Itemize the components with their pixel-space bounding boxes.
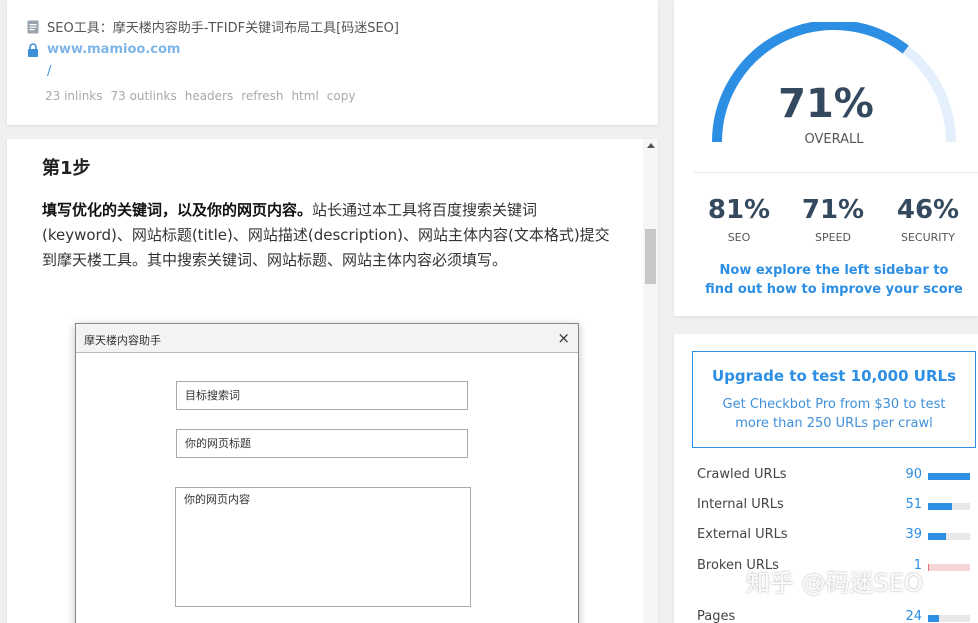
page-links-row: 23 inlinks 73 outlinks headers refresh h…: [45, 89, 363, 103]
page-title-row: SEO工具：摩天楼内容助手-TFIDF关键词布局工具[码迷SEO]: [27, 17, 399, 36]
stat-bar-fill: [928, 564, 929, 571]
stat-value: 90: [905, 467, 922, 482]
speed-score-label: SPEED: [815, 231, 851, 244]
divider: [694, 172, 978, 173]
seo-score: 81% SEO: [689, 195, 789, 244]
upgrade-title: Upgrade to test 10,000 URLs: [712, 367, 956, 385]
document-icon: [27, 20, 39, 33]
upgrade-banner[interactable]: Upgrade to test 10,000 URLs Get Checkbot…: [692, 351, 976, 448]
dialog-title: 摩天楼内容助手: [84, 334, 161, 347]
step-paragraph-bold: 填写优化的关键词，以及你的网页内容。: [42, 201, 313, 219]
headers-link[interactable]: headers: [185, 89, 234, 103]
stat-label: Internal URLs: [697, 497, 784, 512]
stat-label: External URLs: [697, 527, 788, 542]
overall-score-label: OVERALL: [804, 132, 864, 147]
security-score-value: 46%: [896, 195, 960, 225]
copy-link[interactable]: copy: [327, 89, 356, 103]
refresh-link[interactable]: refresh: [241, 89, 283, 103]
step-title: 第1步: [42, 158, 91, 179]
lock-icon: [28, 42, 38, 57]
html-link[interactable]: html: [291, 89, 318, 103]
stat-label: Pages: [697, 609, 736, 623]
article-content: 第1步 填写优化的关键词，以及你的网页内容。站长通过本工具将百度搜索关键词(ke…: [7, 139, 641, 623]
scroll-up-arrow-icon[interactable]: [647, 143, 655, 148]
page-url-link[interactable]: www.mamioo.com: [47, 42, 180, 57]
stat-bar-fill: [928, 615, 940, 622]
close-icon: ×: [557, 329, 570, 347]
stat-row-crawled[interactable]: Crawled URLs 90: [697, 467, 978, 487]
stat-bar-fill: [928, 533, 947, 540]
vertical-scrollbar[interactable]: [643, 139, 658, 623]
stat-bar: [928, 615, 970, 622]
page-title: SEO工具：摩天楼内容助手-TFIDF关键词布局工具[码迷SEO]: [47, 21, 399, 36]
page-url-row: www.mamioo.com: [27, 42, 180, 57]
outlinks-link[interactable]: 73 outlinks: [111, 89, 177, 103]
stat-value: 24: [905, 609, 922, 623]
dialog-titlebar: 摩天楼内容助手 ×: [76, 324, 578, 353]
content-field: 你的网页内容: [175, 487, 471, 607]
inlinks-link[interactable]: 23 inlinks: [45, 89, 103, 103]
scrollbar-thumb[interactable]: [645, 229, 656, 284]
stat-bar: [928, 473, 970, 480]
page-path-link[interactable]: /: [47, 64, 51, 79]
speed-score-value: 71%: [801, 195, 865, 225]
security-score-label: SECURITY: [901, 231, 955, 244]
page-info-card: SEO工具：摩天楼内容助手-TFIDF关键词布局工具[码迷SEO] www.ma…: [7, 0, 658, 125]
score-card: 71% OVERALL 81% SEO 71% SPEED 46% SECURI…: [674, 0, 978, 316]
stat-bar: [928, 533, 970, 540]
article-preview-card: 第1步 填写优化的关键词，以及你的网页内容。站长通过本工具将百度搜索关键词(ke…: [7, 139, 658, 623]
stat-value: 39: [905, 527, 922, 542]
overall-score-value: 71%: [778, 81, 874, 127]
stat-row-internal[interactable]: Internal URLs 51: [697, 497, 978, 517]
stat-row-external[interactable]: External URLs 39: [697, 527, 978, 547]
stat-bar: [928, 564, 970, 571]
explore-hint: Now explore the left sidebar to find out…: [705, 263, 963, 297]
seo-score-value: 81%: [707, 195, 771, 225]
stat-label: Crawled URLs: [697, 467, 787, 482]
seo-score-label: SEO: [727, 231, 751, 244]
keyword-field: 目标搜索词: [176, 381, 468, 410]
stat-row-pages[interactable]: Pages 24: [697, 609, 978, 623]
upgrade-subtitle: Get Checkbot Pro from $30 to test more t…: [722, 397, 946, 431]
step-paragraph: 填写优化的关键词，以及你的网页内容。站长通过本工具将百度搜索关键词(keywor…: [42, 198, 617, 273]
security-score: 46% SECURITY: [878, 195, 978, 244]
zhihu-watermark: 知乎 @码迷SEO: [746, 569, 923, 597]
title-field: 你的网页标题: [176, 429, 468, 458]
stat-bar-fill: [928, 503, 952, 510]
tool-dialog-illustration: 摩天楼内容助手 × 目标搜索词 你的网页标题 你的网页内容: [75, 323, 579, 623]
stat-bar: [928, 503, 970, 510]
speed-score: 71% SPEED: [783, 195, 883, 244]
stat-bar-fill: [928, 473, 970, 480]
page-path-row: /: [47, 64, 51, 79]
stat-value: 51: [905, 497, 922, 512]
